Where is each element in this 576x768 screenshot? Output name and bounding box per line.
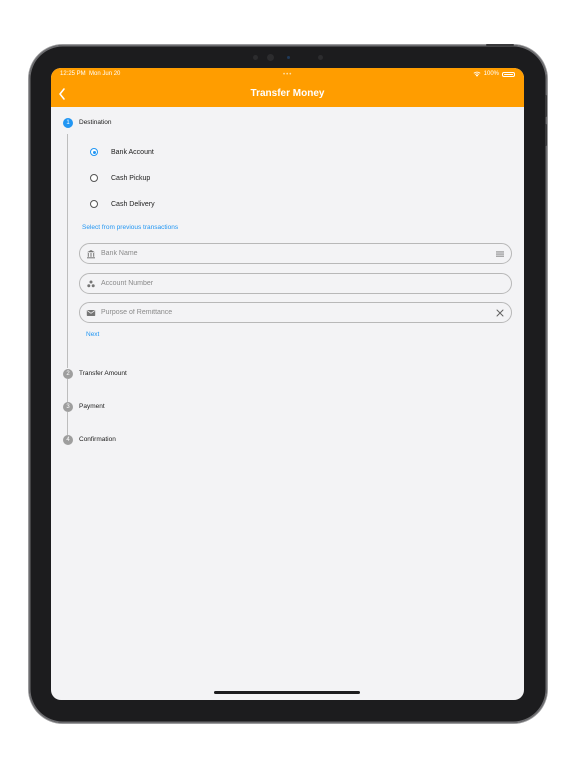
- option-bank-account[interactable]: Bank Account: [90, 148, 154, 156]
- step-1-indicator[interactable]: 1: [63, 118, 73, 128]
- battery-percentage: 100%: [483, 71, 499, 77]
- camera-indicator: [287, 56, 290, 59]
- purpose-of-remittance-input[interactable]: [101, 306, 481, 319]
- stepper-connector: [67, 134, 68, 368]
- volume-up-button: [545, 95, 547, 117]
- option-cash-delivery[interactable]: Cash Delivery: [90, 200, 155, 208]
- option-label: Cash Pickup: [111, 174, 151, 182]
- bank-name-input[interactable]: [101, 247, 481, 260]
- status-indicators: 100%: [473, 71, 515, 77]
- radio-selected-icon[interactable]: [90, 148, 98, 156]
- select-previous-transactions-link[interactable]: Select from previous transactions: [82, 224, 178, 231]
- battery-icon: [502, 71, 515, 77]
- step-4-indicator[interactable]: 4: [63, 435, 73, 445]
- wifi-icon: [473, 71, 481, 77]
- app-header: 12:25 PM Mon Jun 20 ••• 100% Transfer Mo…: [51, 68, 524, 107]
- next-button[interactable]: Next: [86, 331, 99, 338]
- step-4-label[interactable]: Confirmation: [79, 436, 116, 443]
- account-dots-icon: [87, 280, 95, 288]
- home-indicator[interactable]: [214, 691, 360, 694]
- volume-down-button: [545, 124, 547, 146]
- status-time-date: 12:25 PM Mon Jun 20: [60, 71, 120, 77]
- list-menu-icon[interactable]: [495, 249, 505, 259]
- bank-icon: [87, 250, 95, 259]
- radio-unselected-icon[interactable]: [90, 174, 98, 182]
- account-number-field[interactable]: [79, 273, 512, 294]
- camera-lens: [267, 54, 274, 61]
- mail-icon: [86, 310, 96, 316]
- step-2-indicator[interactable]: 2: [63, 369, 73, 379]
- account-number-input[interactable]: [101, 277, 481, 290]
- purpose-of-remittance-field[interactable]: [79, 302, 512, 323]
- top-button: [486, 44, 514, 46]
- step-1-label[interactable]: Destination: [79, 119, 112, 126]
- step-3-label[interactable]: Payment: [79, 403, 105, 410]
- option-label: Cash Delivery: [111, 200, 155, 208]
- status-date: Mon Jun 20: [89, 71, 121, 77]
- option-cash-pickup[interactable]: Cash Pickup: [90, 174, 150, 182]
- clear-icon[interactable]: [495, 308, 505, 318]
- camera-sensor: [318, 55, 323, 60]
- stepper-connector: [67, 379, 68, 402]
- screen: 12:25 PM Mon Jun 20 ••• 100% Transfer Mo…: [51, 68, 524, 700]
- stepper-connector: [67, 412, 68, 435]
- option-label: Bank Account: [111, 148, 154, 156]
- status-time: 12:25 PM: [60, 71, 86, 77]
- bank-name-field[interactable]: [79, 243, 512, 264]
- radio-unselected-icon[interactable]: [90, 200, 98, 208]
- camera-sensor: [253, 55, 258, 60]
- page-title: Transfer Money: [250, 88, 325, 99]
- multitasking-dots-icon[interactable]: •••: [283, 72, 292, 78]
- step-3-indicator[interactable]: 3: [63, 402, 73, 412]
- step-2-label[interactable]: Transfer Amount: [79, 370, 127, 377]
